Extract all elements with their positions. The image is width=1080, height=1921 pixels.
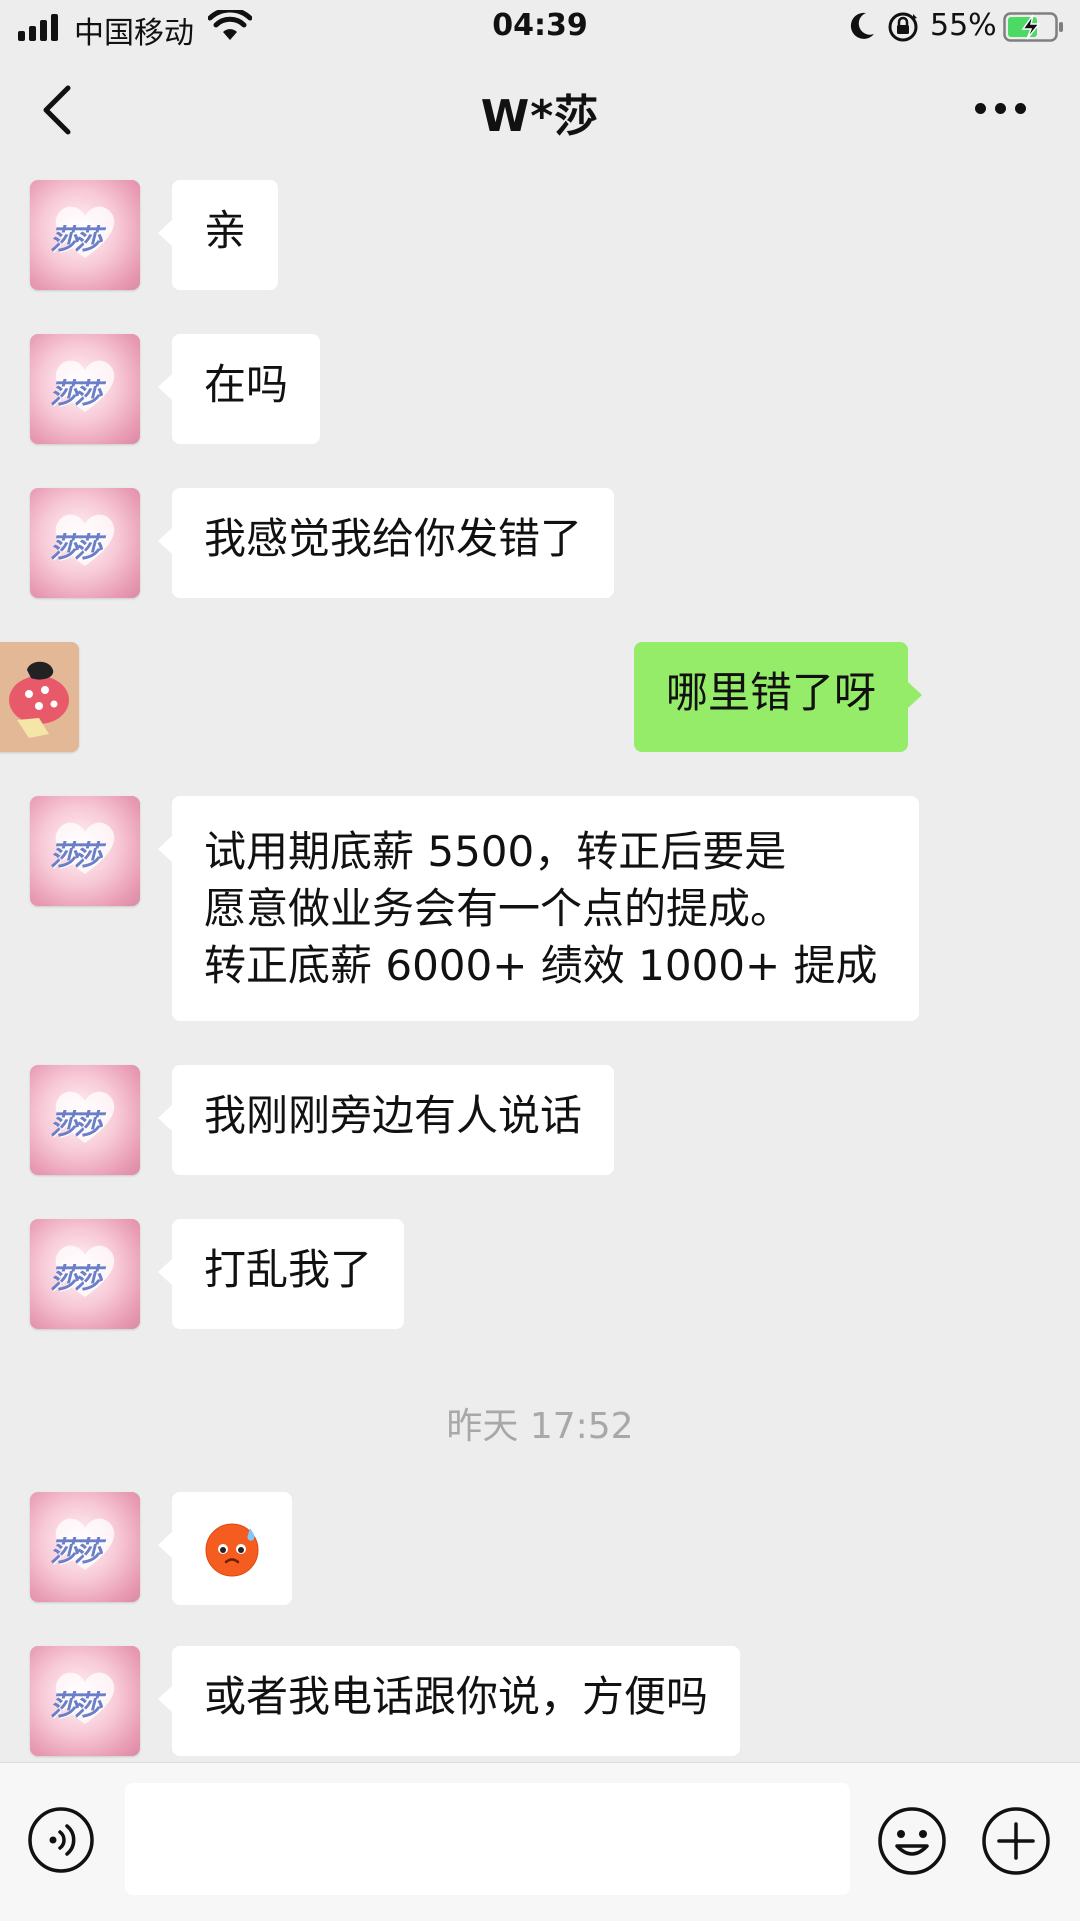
battery-charging-icon: [1003, 12, 1063, 42]
message-row: 哪里错了呀: [0, 642, 1080, 752]
message-line: 愿意做业务会有一个点的提成。: [204, 884, 793, 933]
voice-icon[interactable]: [27, 1806, 95, 1874]
message-bubble[interactable]: 我感觉我给你发错了: [157, 488, 615, 598]
message-row: 莎莎 或者我电话跟你说，方便吗: [0, 1646, 1080, 1756]
message-bubble[interactable]: [158, 1492, 292, 1605]
message-bubble[interactable]: 打乱我了: [157, 1219, 405, 1329]
message-line: 转正底薪 6000+ 绩效 1000+ 提成: [204, 941, 878, 990]
chat-title: W*莎: [480, 91, 600, 142]
message-bubble[interactable]: 亲: [157, 180, 279, 290]
contact-avatar[interactable]: 莎莎: [30, 488, 140, 598]
message-row: 莎莎 试用期底薪 5500，转正后要是 愿意做业务会有一个点的提成。 转正底薪 …: [0, 796, 1080, 1021]
contact-avatar[interactable]: 莎莎: [30, 1065, 140, 1175]
message-row: 莎莎 我感觉我给你发错了: [0, 488, 1080, 598]
orientation-lock-icon: [888, 12, 918, 42]
emoji-icon[interactable]: [877, 1806, 947, 1876]
nav-bar: W*莎: [0, 56, 1080, 162]
battery-percentage: 55%: [930, 8, 997, 43]
message-row: 莎莎: [0, 1492, 1080, 1605]
contact-avatar[interactable]: 莎莎: [30, 796, 140, 906]
contact-avatar[interactable]: 莎莎: [30, 1492, 140, 1602]
contact-avatar[interactable]: 莎莎: [30, 180, 140, 290]
message-input-bar: [0, 1762, 1080, 1921]
more-dots-icon[interactable]: [975, 103, 1026, 114]
contact-avatar[interactable]: 莎莎: [30, 334, 140, 444]
chat-message-list[interactable]: 莎莎 亲 莎莎 在吗 莎莎 我感觉我给你发错了 哪里错了呀 莎莎 试用期底薪 5…: [0, 170, 1080, 1760]
message-line: 试用期底薪 5500，转正后要是: [204, 827, 787, 876]
message-bubble[interactable]: 在吗: [157, 334, 321, 444]
message-bubble-outgoing[interactable]: 哪里错了呀: [633, 642, 923, 752]
plus-icon[interactable]: [981, 1806, 1051, 1876]
time-separator: 昨天 17:52: [446, 1406, 634, 1447]
message-bubble[interactable]: 试用期底薪 5500，转正后要是 愿意做业务会有一个点的提成。 转正底薪 600…: [158, 796, 919, 1021]
cold-sweat-face-emoji: [205, 1523, 259, 1576]
my-avatar[interactable]: [0, 642, 79, 752]
message-row: 莎莎 亲: [0, 180, 1080, 290]
contact-avatar[interactable]: 莎莎: [30, 1219, 140, 1329]
message-row: 莎莎 打乱我了: [0, 1219, 1080, 1329]
status-bar: 中国移动 04:39 55%: [0, 0, 1080, 56]
message-text-field[interactable]: [125, 1783, 850, 1895]
do-not-disturb-moon-icon: [850, 12, 874, 39]
message-bubble[interactable]: 或者我电话跟你说，方便吗: [157, 1646, 741, 1756]
message-row: 莎莎 在吗: [0, 334, 1080, 444]
message-row: 莎莎 我刚刚旁边有人说话: [0, 1065, 1080, 1175]
message-bubble[interactable]: 我刚刚旁边有人说话: [157, 1065, 615, 1175]
contact-avatar[interactable]: 莎莎: [30, 1646, 140, 1756]
